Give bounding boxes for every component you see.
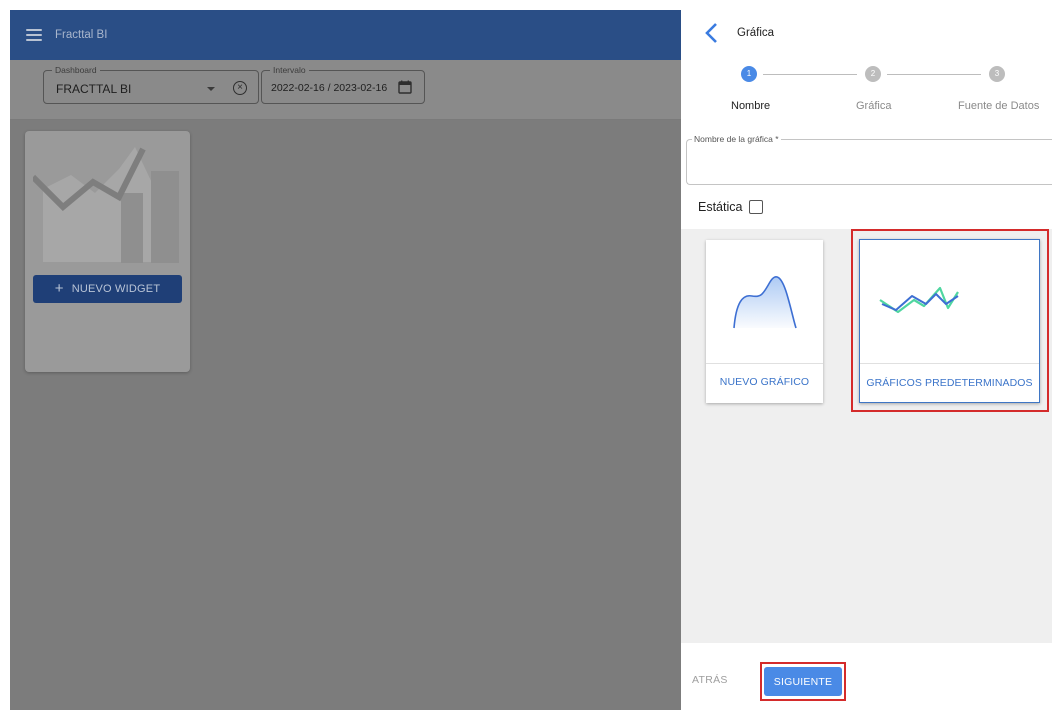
area-chart-icon xyxy=(733,276,797,329)
new-widget-label: NUEVO WIDGET xyxy=(71,283,161,295)
new-chart-label: NUEVO GRÁFICO xyxy=(719,376,810,388)
new-widget-button[interactable]: + NUEVO WIDGET xyxy=(33,275,182,303)
back-button[interactable]: ATRÁS xyxy=(692,674,728,686)
step-3-indicator: 3 xyxy=(989,66,1005,82)
chart-name-legend: Nombre de la gráfica * xyxy=(692,133,781,145)
card-divider xyxy=(706,363,823,364)
dashboard-value: FRACTTAL BI xyxy=(56,82,132,96)
highlight-box xyxy=(851,229,1049,412)
new-chart-card[interactable]: NUEVO GRÁFICO xyxy=(706,240,823,403)
back-arrow-icon[interactable] xyxy=(704,22,720,44)
app-bar: Fracttal BI xyxy=(10,10,681,60)
step-connector xyxy=(763,74,857,75)
dashboard-legend: Dashboard xyxy=(52,64,100,76)
step-1-label: Nombre xyxy=(731,100,771,112)
step-3-label: Fuente de Datos xyxy=(958,100,1040,112)
app-title: Fracttal BI xyxy=(55,29,108,41)
interval-field[interactable]: Intervalo 2022-02-16 / 2023-02-16 xyxy=(261,64,425,104)
step-connector xyxy=(887,74,981,75)
plus-icon: + xyxy=(54,280,64,297)
interval-value: 2022-02-16 / 2023-02-16 xyxy=(271,82,388,94)
widget-illustration xyxy=(33,147,179,263)
dropdown-caret-icon[interactable] xyxy=(207,87,215,91)
widget-card: + NUEVO WIDGET xyxy=(25,131,190,372)
static-option: Estática xyxy=(698,200,764,214)
clear-icon[interactable]: × xyxy=(233,81,247,95)
filter-bar: Dashboard FRACTTAL BI × Intervalo 2022-0… xyxy=(10,60,681,120)
calendar-icon[interactable] xyxy=(398,80,412,94)
chart-name-input[interactable]: Nombre de la gráfica * xyxy=(686,133,1052,185)
step-1-indicator: 1 xyxy=(741,66,757,82)
interval-legend: Intervalo xyxy=(270,64,309,76)
static-checkbox[interactable] xyxy=(749,200,764,214)
step-2-indicator: 2 xyxy=(865,66,881,82)
dashboard-select[interactable]: Dashboard FRACTTAL BI × xyxy=(43,64,259,104)
panel-header: Gráfica xyxy=(681,0,1052,60)
static-label: Estática xyxy=(698,200,743,214)
panel-title: Gráfica xyxy=(737,27,775,39)
step-2-label: Gráfica xyxy=(856,100,892,112)
menu-icon[interactable] xyxy=(26,29,42,41)
highlight-box xyxy=(760,662,846,701)
